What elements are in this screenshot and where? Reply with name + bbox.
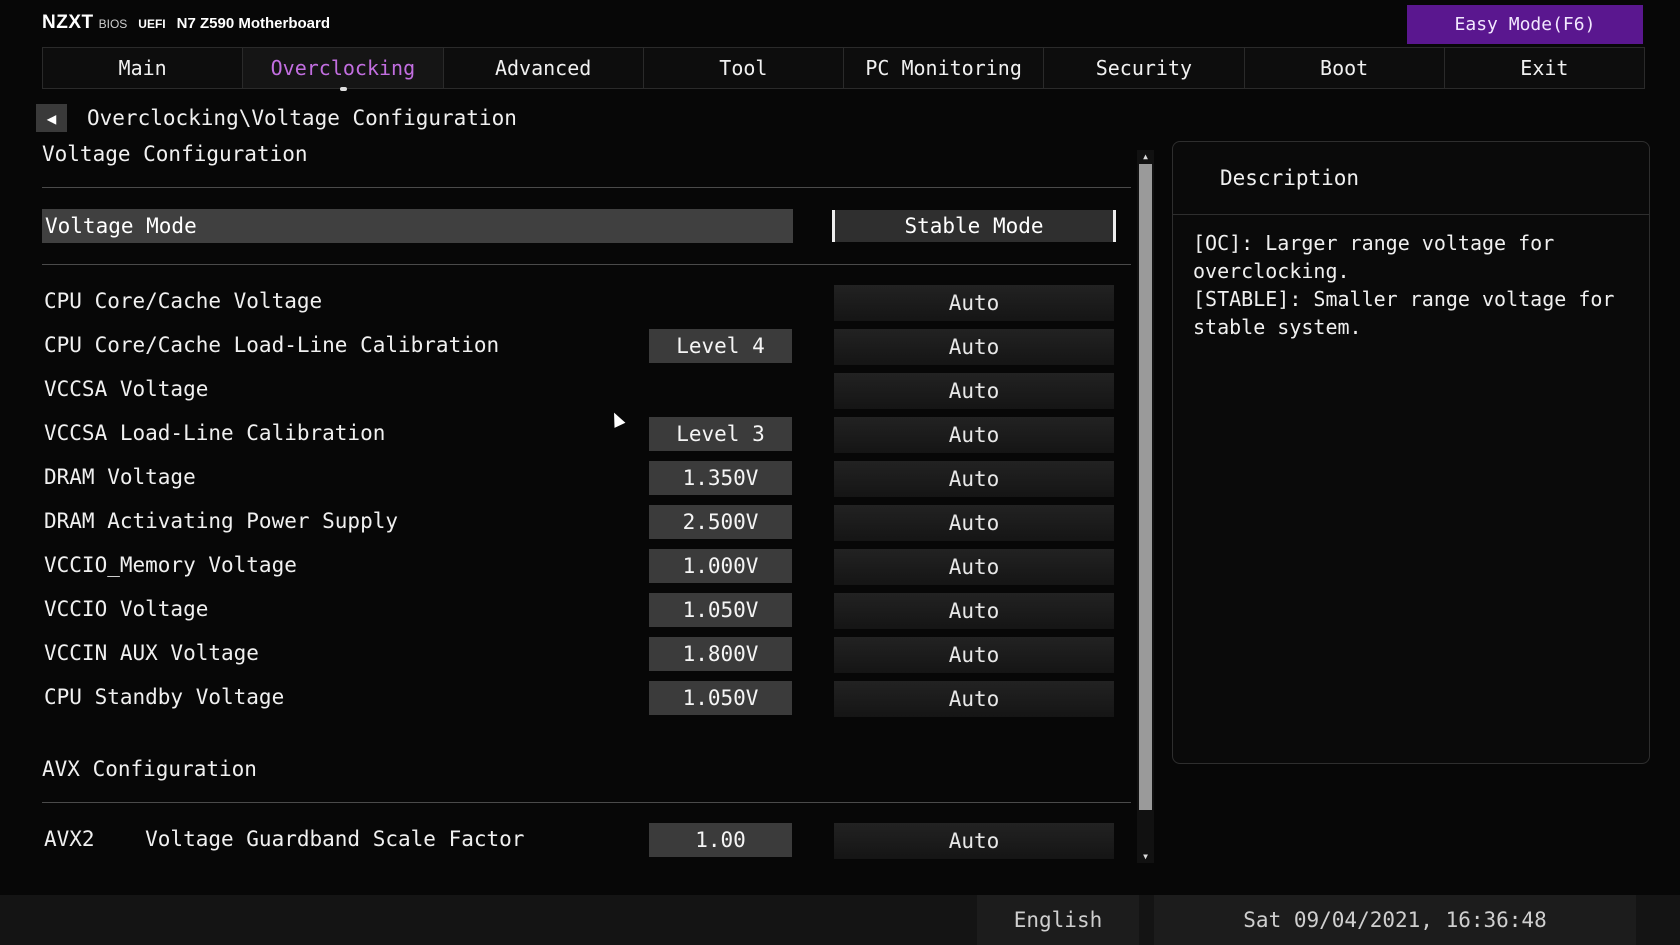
setting-row-cpu-core-cache-voltage: CPU Core/Cache Voltage Auto	[42, 285, 1117, 321]
setting-label: VCCIO Voltage	[44, 597, 209, 621]
divider	[42, 802, 1131, 803]
tab-overclocking[interactable]: Overclocking	[243, 48, 444, 91]
divider	[42, 264, 1131, 265]
tab-main[interactable]: Main	[43, 48, 244, 88]
tab-advanced[interactable]: Advanced	[444, 48, 644, 88]
setting-label: DRAM Activating Power Supply	[44, 509, 399, 533]
setting-label: VCCIN AUX Voltage	[44, 641, 259, 665]
setting-label: CPU Core/Cache Voltage	[44, 289, 323, 313]
description-panel: Description [OC]: Larger range voltage f…	[1172, 141, 1650, 764]
setting-current-value: Level 3	[649, 417, 792, 451]
setting-current-value: 1.050V	[649, 593, 792, 627]
voltage-mode-label[interactable]: Voltage Mode	[42, 209, 793, 243]
setting-option-button[interactable]: Auto	[834, 593, 1114, 629]
setting-label: CPU Standby Voltage	[44, 685, 285, 709]
scrollbar-thumb[interactable]	[1139, 164, 1152, 810]
description-text: [OC]: Larger range voltage for overclock…	[1173, 215, 1649, 355]
settings-scrollbar[interactable]: ▲ ▼	[1137, 150, 1154, 863]
setting-option-button[interactable]: Auto	[834, 461, 1114, 497]
voltage-mode-row: Voltage Mode Stable Mode	[42, 209, 1117, 245]
setting-option-button[interactable]: Auto	[834, 285, 1114, 321]
tab-security[interactable]: Security	[1044, 48, 1245, 88]
voltage-mode-select[interactable]: Stable Mode	[832, 210, 1116, 242]
tab-boot[interactable]: Boot	[1245, 48, 1445, 88]
setting-label: CPU Core/Cache Load-Line Calibration	[44, 333, 500, 357]
setting-option-button[interactable]: Auto	[834, 417, 1114, 453]
scroll-up-icon[interactable]: ▲	[1137, 152, 1154, 161]
setting-row-dram-activating-power-supply: DRAM Activating Power Supply 2.500V Auto	[42, 505, 1117, 541]
setting-option-button[interactable]: Auto	[834, 549, 1114, 585]
bios-label: BIOS	[98, 17, 128, 31]
setting-label: VCCSA Load-Line Calibration	[44, 421, 386, 445]
setting-row-vccio-memory-voltage: VCCIO_Memory Voltage 1.000V Auto	[42, 549, 1117, 585]
easy-mode-button[interactable]: Easy Mode(F6)	[1407, 5, 1643, 44]
setting-current-value: 1.000V	[649, 549, 792, 583]
setting-current-value: 1.800V	[649, 637, 792, 671]
brand-name: NZXT	[42, 12, 94, 33]
setting-option-button[interactable]: Auto	[834, 823, 1114, 859]
setting-row-cpu-core-cache-llc: CPU Core/Cache Load-Line Calibration Lev…	[42, 329, 1117, 365]
status-bar: English Sat 09/04/2021, 16:36:48	[0, 895, 1680, 945]
setting-row-dram-voltage: DRAM Voltage 1.350V Auto	[42, 461, 1117, 497]
tab-tool[interactable]: Tool	[644, 48, 844, 88]
brand-logo: NZXT BIOS UEFI N7 Z590 Motherboard	[42, 12, 330, 34]
setting-row-cpu-standby-voltage: CPU Standby Voltage 1.050V Auto	[42, 681, 1117, 717]
setting-option-button[interactable]: Auto	[834, 329, 1114, 365]
setting-label: DRAM Voltage	[44, 465, 196, 489]
setting-current-value: Level 4	[649, 329, 792, 363]
setting-row-vccsa-voltage: VCCSA Voltage Auto	[42, 373, 1117, 409]
tab-pc-monitoring[interactable]: PC Monitoring	[844, 48, 1045, 88]
setting-current-value: 1.050V	[649, 681, 792, 715]
setting-current-value: 1.350V	[649, 461, 792, 495]
voltage-config-heading: Voltage Configuration	[42, 142, 308, 166]
description-line: [OC]: Larger range voltage for overclock…	[1193, 231, 1567, 283]
setting-row-vccio-voltage: VCCIO Voltage 1.050V Auto	[42, 593, 1117, 629]
setting-row-vccsa-llc: VCCSA Load-Line Calibration Level 3 Auto	[42, 417, 1117, 453]
datetime-display: Sat 09/04/2021, 16:36:48	[1154, 895, 1636, 945]
setting-option-button[interactable]: Auto	[834, 637, 1114, 673]
setting-label: AVX2 Voltage Guardband Scale Factor	[44, 827, 525, 851]
breadcrumb-path: Overclocking\Voltage Configuration	[87, 106, 517, 130]
setting-option-button[interactable]: Auto	[834, 681, 1114, 717]
setting-current-value: 2.500V	[649, 505, 792, 539]
uefi-label: UEFI	[138, 17, 166, 31]
description-line: [STABLE]: Smaller range voltage for stab…	[1193, 287, 1627, 339]
setting-option-button[interactable]: Auto	[834, 505, 1114, 541]
motherboard-model: N7 Z590 Motherboard	[176, 15, 331, 32]
avx-config-heading: AVX Configuration	[42, 757, 257, 781]
back-button[interactable]: ◀	[36, 104, 67, 132]
top-bar: NZXT BIOS UEFI N7 Z590 Motherboard Easy …	[0, 0, 1680, 46]
description-title: Description	[1173, 142, 1649, 215]
tab-exit[interactable]: Exit	[1445, 48, 1644, 88]
divider	[42, 187, 1131, 188]
language-selector[interactable]: English	[977, 895, 1139, 945]
scroll-down-icon[interactable]: ▼	[1137, 852, 1154, 861]
breadcrumb: ◀ Overclocking\Voltage Configuration	[36, 102, 517, 134]
setting-label: VCCIO_Memory Voltage	[44, 553, 297, 577]
main-tabs: Main Overclocking Advanced Tool PC Monit…	[42, 47, 1645, 91]
setting-row-avx2-guardband: AVX2 Voltage Guardband Scale Factor 1.00…	[42, 823, 1117, 859]
setting-label: VCCSA Voltage	[44, 377, 209, 401]
back-arrow-icon: ◀	[46, 108, 57, 128]
setting-current-value: 1.00	[649, 823, 792, 857]
setting-row-vccin-aux-voltage: VCCIN AUX Voltage 1.800V Auto	[42, 637, 1117, 673]
setting-option-button[interactable]: Auto	[834, 373, 1114, 409]
